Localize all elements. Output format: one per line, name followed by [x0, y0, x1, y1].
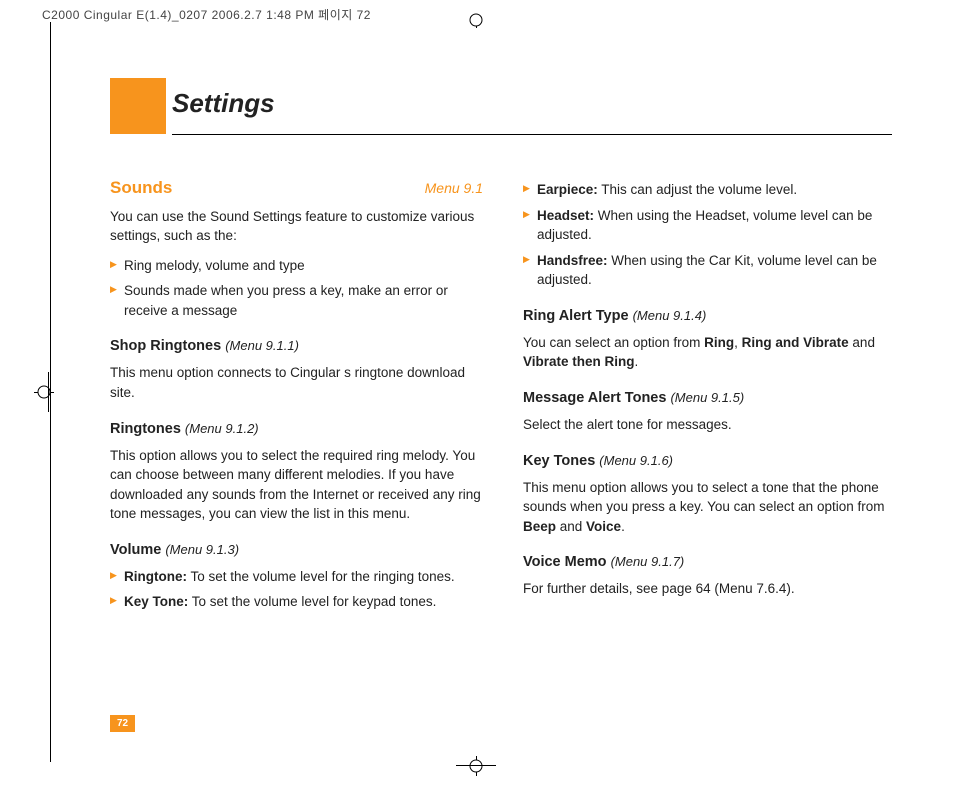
volume-menu-ref: (Menu 9.1.3)	[165, 542, 239, 557]
volume-bullets-left: Ringtone: To set the volume level for th…	[110, 567, 483, 612]
volume-item: Earpiece: This can adjust the volume lev…	[523, 180, 896, 200]
ring-alert-suffix: .	[635, 354, 639, 369]
volume-item-text: To set the volume level for keypad tones…	[188, 594, 436, 609]
message-alert-tones-heading: Message Alert Tones (Menu 9.1.5)	[523, 388, 896, 409]
ring-alert-type-body: You can select an option from Ring, Ring…	[523, 333, 896, 372]
volume-item-label: Ringtone:	[124, 569, 187, 584]
message-alert-tones-title: Message Alert Tones	[523, 390, 666, 406]
ring-alert-opt: Vibrate then Ring	[523, 354, 635, 369]
ring-alert-opt: Ring	[704, 335, 734, 350]
ring-alert-sep: ,	[734, 335, 742, 350]
sounds-bullet: Sounds made when you press a key, make a…	[110, 281, 483, 320]
message-alert-tones-menu-ref: (Menu 9.1.5)	[670, 390, 744, 405]
column-right: Earpiece: This can adjust the volume lev…	[523, 176, 896, 622]
page-title: Settings	[172, 88, 275, 119]
volume-title: Volume	[110, 542, 161, 558]
key-tones-opt: Voice	[586, 519, 621, 534]
volume-item-label: Handsfree:	[537, 253, 608, 268]
volume-item: Ringtone: To set the volume level for th…	[110, 567, 483, 587]
volume-item-label: Headset:	[537, 208, 594, 223]
key-tones-sep: and	[556, 519, 586, 534]
volume-item: Headset: When using the Headset, volume …	[523, 206, 896, 245]
voice-memo-menu-ref: (Menu 9.1.7)	[611, 554, 685, 569]
volume-item: Handsfree: When using the Car Kit, volum…	[523, 251, 896, 290]
volume-item-label: Earpiece:	[537, 182, 598, 197]
key-tones-title: Key Tones	[523, 453, 595, 469]
volume-item-text: To set the volume level for the ringing …	[187, 569, 455, 584]
ring-alert-opt: Ring and Vibrate	[742, 335, 849, 350]
section-sounds-menu-ref: Menu 9.1	[425, 178, 483, 198]
volume-item-label: Key Tone:	[124, 594, 188, 609]
volume-heading: Volume (Menu 9.1.3)	[110, 540, 483, 561]
ring-alert-type-menu-ref: (Menu 9.1.4)	[633, 308, 707, 323]
shop-ringtones-heading: Shop Ringtones (Menu 9.1.1)	[110, 336, 483, 357]
shop-ringtones-menu-ref: (Menu 9.1.1)	[225, 338, 299, 353]
page-crop-area: Settings Sounds Menu 9.1 You can use the…	[42, 22, 910, 762]
ringtones-heading: Ringtones (Menu 9.1.2)	[110, 419, 483, 440]
ring-alert-prefix: You can select an option from	[523, 335, 704, 350]
key-tones-opt: Beep	[523, 519, 556, 534]
shop-ringtones-title: Shop Ringtones	[110, 338, 221, 354]
shop-ringtones-body: This menu option connects to Cingular s …	[110, 363, 483, 402]
key-tones-heading: Key Tones (Menu 9.1.6)	[523, 451, 896, 472]
ringtones-title: Ringtones	[110, 421, 181, 437]
side-rule	[50, 22, 51, 762]
voice-memo-body: For further details, see page 64 (Menu 7…	[523, 579, 896, 599]
content-columns: Sounds Menu 9.1 You can use the Sound Se…	[110, 176, 896, 622]
ringtones-menu-ref: (Menu 9.1.2)	[185, 421, 259, 436]
volume-bullets-right: Earpiece: This can adjust the volume lev…	[523, 180, 896, 290]
title-rule	[172, 134, 892, 135]
section-sounds-title: Sounds	[110, 176, 172, 201]
section-sounds-heading: Sounds Menu 9.1	[110, 176, 483, 201]
printers-header: C2000 Cingular E(1.4)_0207 2006.2.7 1:48…	[42, 6, 371, 23]
page-number: 72	[110, 715, 135, 732]
sounds-bullet: Ring melody, volume and type	[110, 256, 483, 276]
volume-item: Key Tone: To set the volume level for ke…	[110, 592, 483, 612]
ring-alert-sep: and	[849, 335, 875, 350]
key-tones-suffix: .	[621, 519, 625, 534]
crop-mark-bottom-bar	[456, 765, 496, 766]
volume-item-text: This can adjust the volume level.	[598, 182, 797, 197]
ring-alert-type-heading: Ring Alert Type (Menu 9.1.4)	[523, 306, 896, 327]
column-left: Sounds Menu 9.1 You can use the Sound Se…	[110, 176, 483, 622]
sounds-intro: You can use the Sound Settings feature t…	[110, 207, 483, 246]
key-tones-prefix: This menu option allows you to select a …	[523, 480, 884, 515]
ring-alert-type-title: Ring Alert Type	[523, 308, 629, 324]
key-tones-menu-ref: (Menu 9.1.6)	[599, 453, 673, 468]
voice-memo-title: Voice Memo	[523, 554, 607, 570]
key-tones-body: This menu option allows you to select a …	[523, 478, 896, 537]
message-alert-tones-body: Select the alert tone for messages.	[523, 415, 896, 435]
page-frame: Settings Sounds Menu 9.1 You can use the…	[42, 22, 910, 762]
voice-memo-heading: Voice Memo (Menu 9.1.7)	[523, 552, 896, 573]
title-accent-block	[110, 78, 166, 134]
ringtones-body: This option allows you to select the req…	[110, 446, 483, 524]
sounds-bullets: Ring melody, volume and type Sounds made…	[110, 256, 483, 321]
